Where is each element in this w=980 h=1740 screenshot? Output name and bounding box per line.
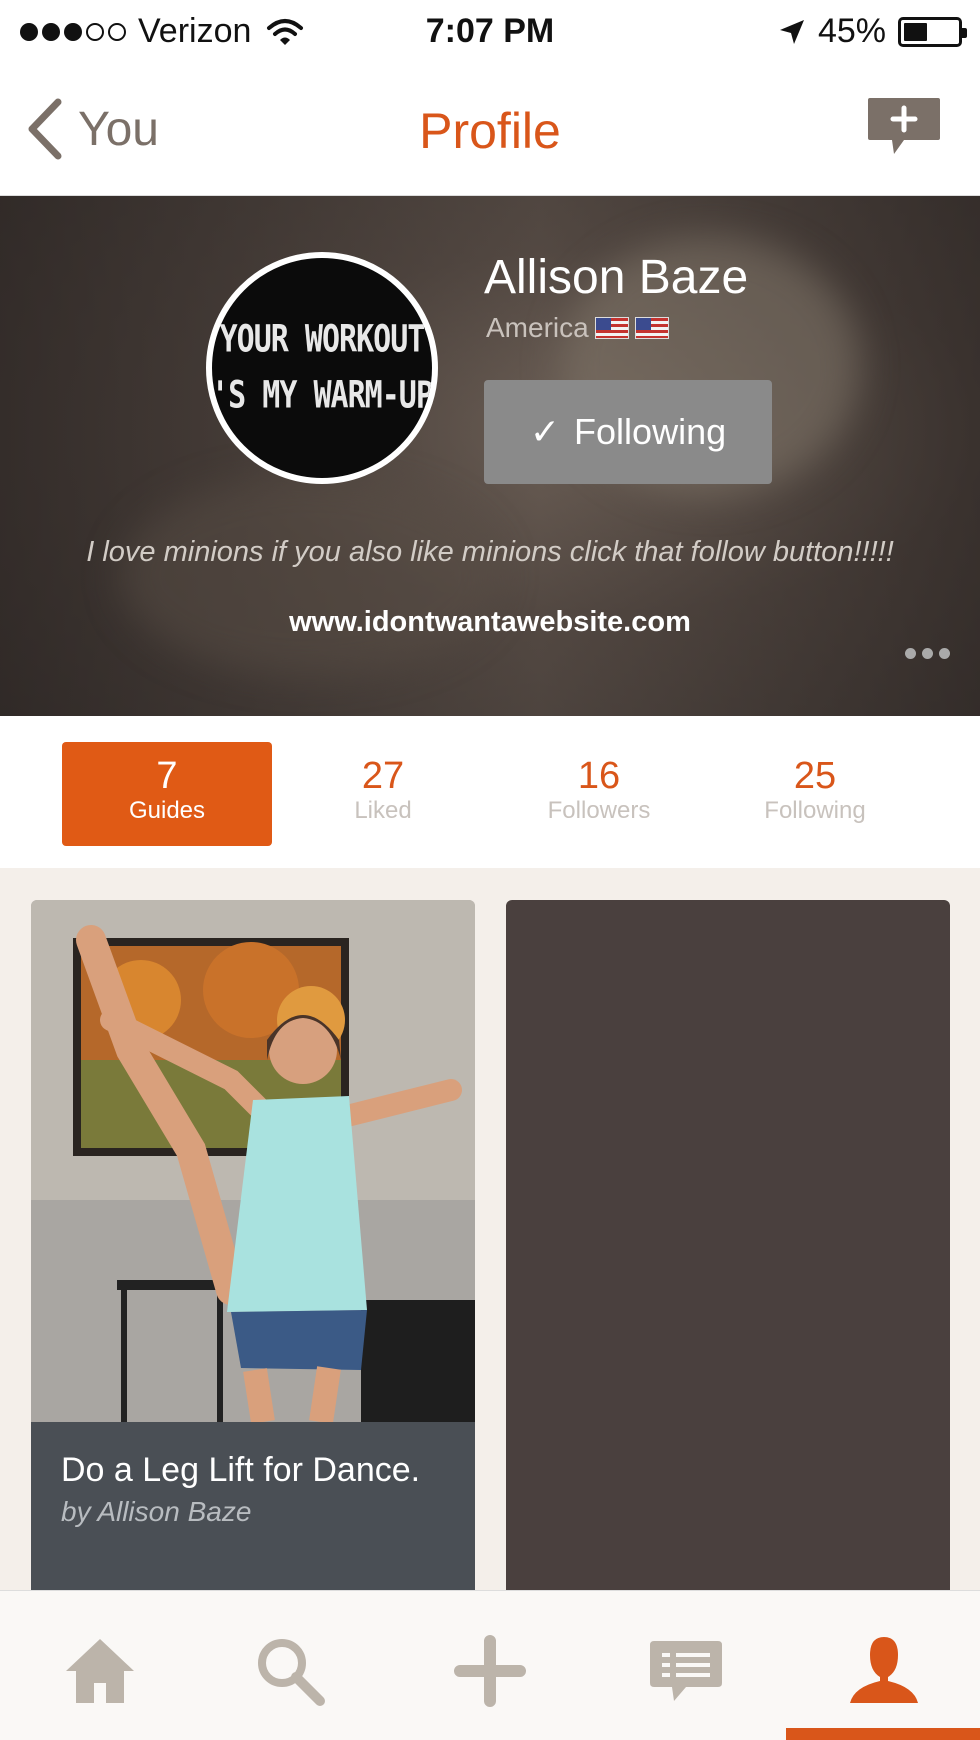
profile-header: YOUR WORKOUT 'S MY WARM-UP Allison Baze … (0, 196, 980, 716)
guide-author: by Allison Baze (61, 1496, 252, 1527)
location-text: America (486, 312, 589, 343)
status-right: 45% (778, 12, 967, 51)
stat-label: Guides (128, 797, 206, 824)
guide-photo-illustration (31, 900, 475, 1422)
add-icon[interactable] (450, 1631, 530, 1711)
profile-name: Allison Baze (484, 251, 749, 304)
stat-label: Following (764, 797, 866, 824)
status-bar: Verizon 7:07 PM 45% (0, 0, 980, 66)
avatar-text-line-2: 'S MY WARM-UP (211, 373, 433, 418)
following-button[interactable]: ✓ Following (484, 380, 772, 484)
stat-following[interactable]: 25 Following (710, 742, 920, 846)
battery-icon (898, 16, 967, 47)
checkmark-icon: ✓ (529, 411, 561, 452)
stat-value: 7 (156, 755, 178, 797)
location-arrow-icon (779, 19, 804, 44)
guide-caption: Do a Leg Lift for Dance. by Allison Baze (31, 1422, 475, 1590)
guide-title: Do a Leg Lift for Dance. (61, 1451, 421, 1489)
guides-grid: Do a Leg Lift for Dance. by Allison Baze (0, 868, 980, 1590)
guide-card-placeholder[interactable] (506, 900, 950, 1590)
stat-value: 25 (793, 755, 837, 797)
page-title: Profile (419, 103, 561, 159)
stat-guides[interactable]: 7 Guides (62, 742, 272, 846)
stat-liked[interactable]: 27 Liked (278, 742, 488, 846)
tab-bar (0, 1590, 980, 1740)
stat-value: 27 (361, 755, 405, 797)
battery-percent: 45% (817, 12, 886, 50)
profile-location: America (486, 312, 669, 344)
avatar[interactable]: YOUR WORKOUT 'S MY WARM-UP (206, 252, 438, 484)
guide-photo (31, 900, 475, 1422)
stat-followers[interactable]: 16 Followers (494, 742, 704, 846)
messages-icon[interactable] (646, 1631, 726, 1711)
search-icon[interactable] (250, 1631, 330, 1711)
navigation-bar: You Profile (0, 66, 980, 196)
guide-card[interactable]: Do a Leg Lift for Dance. by Allison Baze (31, 900, 475, 1590)
home-icon[interactable] (60, 1631, 140, 1711)
stat-label: Liked (354, 797, 412, 824)
stat-label: Followers (547, 797, 651, 824)
profile-website-link[interactable]: www.idontwantawebsite.com (0, 606, 980, 639)
us-flag-icon (594, 317, 629, 339)
more-options-icon[interactable] (905, 648, 950, 659)
new-message-icon[interactable] (866, 96, 942, 162)
stats-bar: 7 Guides 27 Liked 16 Followers 25 Follow… (0, 716, 980, 868)
profile-bio: I love minions if you also like minions … (86, 536, 894, 568)
active-tab-indicator (786, 1728, 980, 1740)
profile-icon[interactable] (844, 1631, 924, 1711)
background-blur (120, 476, 500, 676)
following-button-label: Following (574, 411, 727, 452)
us-flag-icon (634, 317, 669, 339)
stat-value: 16 (577, 755, 621, 797)
